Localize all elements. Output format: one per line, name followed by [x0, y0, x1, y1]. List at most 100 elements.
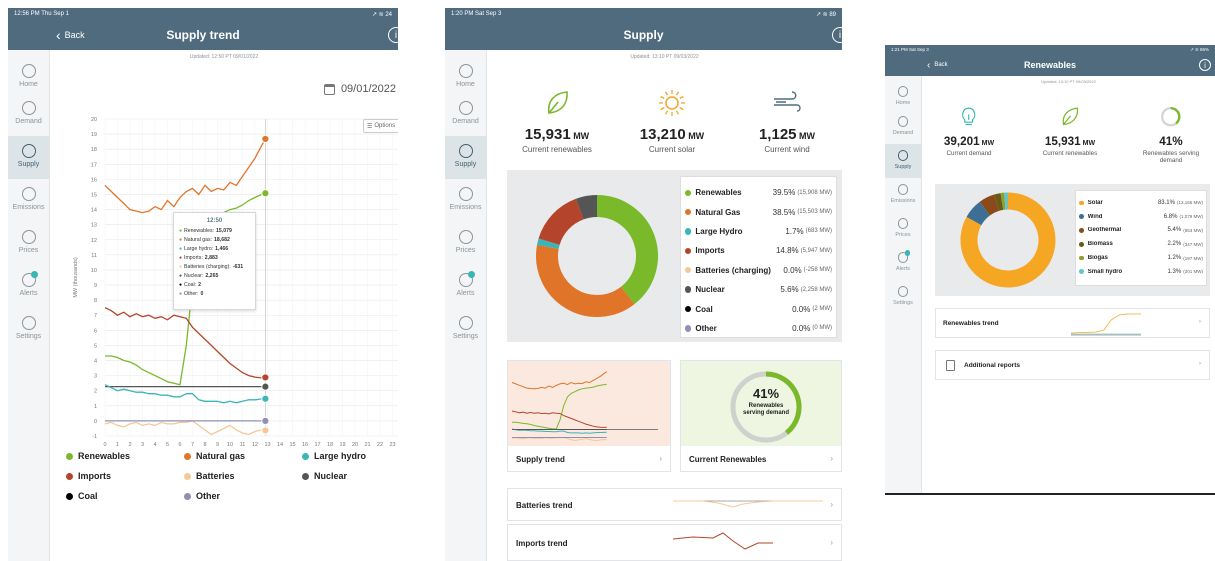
breakdown-row: Biogas 1.2% (197 MW) — [1079, 251, 1203, 265]
sidebar-item-label: Alerts — [19, 290, 38, 297]
sidebar-item-supply[interactable]: Supply — [445, 136, 486, 179]
sidebar-item-settings[interactable]: Settings — [8, 308, 49, 351]
renewables-trend-card[interactable]: Renewables trend › — [935, 308, 1210, 338]
donut-slice-nuclear — [575, 195, 598, 220]
renewables-sparkline — [1071, 313, 1141, 336]
lightbulb-icon — [962, 107, 976, 126]
sidebar-item-label: Emissions — [890, 198, 916, 205]
series-end-marker — [261, 134, 270, 144]
home-icon — [21, 64, 36, 78]
breakdown-mw: (5,947 MW) — [800, 247, 832, 254]
imports-trend-card[interactable]: Imports trend › — [507, 524, 842, 561]
breakdown-name: Nuclear — [695, 285, 725, 295]
chevron-right-icon: › — [830, 454, 833, 463]
breakdown-mw: (1,079 MW) — [1179, 214, 1203, 220]
breakdown-row: Geothermal 5.4% (853 MW) — [1079, 224, 1203, 238]
sidebar-item-label: Home — [895, 99, 911, 106]
batteries-trend-card[interactable]: Batteries trend › — [507, 488, 842, 521]
sidebar-item-emissions[interactable]: Emissions — [8, 179, 49, 222]
dollar-icon — [21, 230, 36, 244]
legend-item[interactable]: Other — [184, 491, 302, 501]
series-end-marker — [261, 394, 270, 403]
legend-item[interactable]: Nuclear — [302, 471, 396, 481]
options-label: Options — [374, 123, 396, 129]
y-tick-label: 5 — [94, 343, 97, 349]
sidebar-item-settings[interactable]: Settings — [445, 308, 486, 351]
y-tick-label: 7 — [94, 313, 97, 319]
stat-0: 15,931 MW Current renewables — [507, 88, 607, 155]
info-icon[interactable]: i — [1199, 59, 1211, 71]
back-button[interactable]: ‹ Back — [56, 27, 85, 43]
legend-item[interactable]: Renewables — [66, 451, 184, 461]
sidebar-item-alerts[interactable]: Alerts — [8, 265, 49, 308]
legend-item[interactable]: Natural gas — [184, 451, 302, 461]
legend-label: Other — [196, 491, 221, 501]
tooltip-value: 15,079 — [216, 228, 232, 234]
back-button[interactable]: ‹ Back — [927, 60, 948, 71]
sidebar-item-demand[interactable]: Demand — [8, 93, 49, 136]
breakdown-name: Wind — [1087, 213, 1103, 220]
pie-icon — [21, 144, 36, 158]
leaf-icon — [547, 91, 568, 114]
gear-icon — [897, 286, 909, 298]
sidebar-item-alerts[interactable]: Alerts — [445, 265, 486, 308]
info-icon[interactable]: i — [388, 27, 398, 43]
legend-item[interactable]: Imports — [66, 471, 184, 481]
options-button[interactable]: ☰ Options — [363, 119, 398, 133]
sidebar-item-home[interactable]: Home — [885, 76, 921, 110]
sidebar-item-prices[interactable]: Prices — [885, 212, 921, 246]
sliders-icon: ☰ — [367, 123, 373, 130]
stats-row: 15,931 MW Current renewables 13,210 MW Curr… — [507, 88, 837, 155]
tooltip-label: Natural gas: — [184, 237, 213, 243]
breakdown-mw: (15,503 MW) — [797, 209, 832, 216]
legend-dot — [184, 453, 191, 461]
legend-item[interactable]: Coal — [66, 491, 184, 501]
sidebar-item-prices[interactable]: Prices — [8, 222, 49, 265]
renewables-donut-chart — [960, 192, 1056, 288]
batteries-sparkline — [673, 500, 823, 508]
sidebar-item-home[interactable]: Home — [8, 50, 49, 93]
sidebar-item-demand[interactable]: Demand — [885, 110, 921, 144]
supply-trend-card[interactable]: Supply trend › — [507, 360, 671, 472]
info-icon[interactable]: i — [832, 27, 842, 43]
legend-label: Natural gas — [196, 451, 246, 461]
stat-unit: MW — [685, 131, 705, 141]
x-tick-label: 6 — [178, 442, 181, 448]
sidebar-item-supply[interactable]: Supply — [8, 136, 49, 179]
nav-bar: ‹ Back Renewables i — [885, 54, 1215, 76]
series-line-imports — [104, 307, 266, 379]
stat-2: 1,125 MW Current wind — [737, 88, 837, 155]
tooltip-row: ● Renewables: 15,079 — [179, 228, 250, 234]
sidebar-item-alerts[interactable]: Alerts — [885, 246, 921, 280]
breakdown-pct: 5.4% — [1167, 227, 1182, 234]
legend-item[interactable]: Batteries — [184, 471, 302, 481]
sidebar-item-label: Demand — [892, 130, 914, 137]
legend-dot — [1079, 214, 1084, 220]
home-icon — [458, 64, 473, 78]
tooltip-row: ● Imports: 2,883 — [179, 255, 250, 261]
breakdown-row: Coal 0.0% (2 MW) — [685, 299, 832, 318]
legend-label: Imports — [78, 471, 112, 481]
current-renewables-card[interactable]: 41% Renewables serving demand Current Re… — [680, 360, 842, 472]
updated-text: Updated: 12:50 PT 09/01/2022 — [189, 54, 259, 60]
sidebar-item-prices[interactable]: Prices — [445, 222, 486, 265]
y-tick-label: 0 — [94, 419, 97, 425]
y-tick-label: 14 — [91, 208, 97, 214]
additional-reports-card[interactable]: Additional reports › — [935, 350, 1210, 380]
series-end-marker — [261, 189, 270, 198]
sidebar-item-settings[interactable]: Settings — [885, 280, 921, 314]
sidebar-item-demand[interactable]: Demand — [445, 93, 486, 136]
legend-item[interactable]: Large hydro — [302, 451, 396, 461]
sidebar-item-emissions[interactable]: Emissions — [445, 179, 486, 222]
breakdown-mw: (201 MW) — [1183, 269, 1203, 275]
nav-bar: Supply i — [445, 20, 842, 50]
date-picker[interactable]: 09/01/2022 — [323, 83, 396, 95]
y-tick-label: 20 — [91, 117, 97, 123]
sidebar-item-home[interactable]: Home — [445, 50, 486, 93]
breakdown-list: Solar 83.1% (13,166 MW) Wind 6.8% (1,079 MW) G… — [1075, 190, 1207, 286]
stat-label: Renewables serving demand — [1142, 149, 1200, 165]
x-tick-label: 17 — [314, 442, 320, 448]
sidebar-item-emissions[interactable]: Emissions — [885, 178, 921, 212]
sidebar-item-supply[interactable]: Supply — [885, 144, 921, 178]
supply-trend-thumbnail — [508, 361, 670, 446]
